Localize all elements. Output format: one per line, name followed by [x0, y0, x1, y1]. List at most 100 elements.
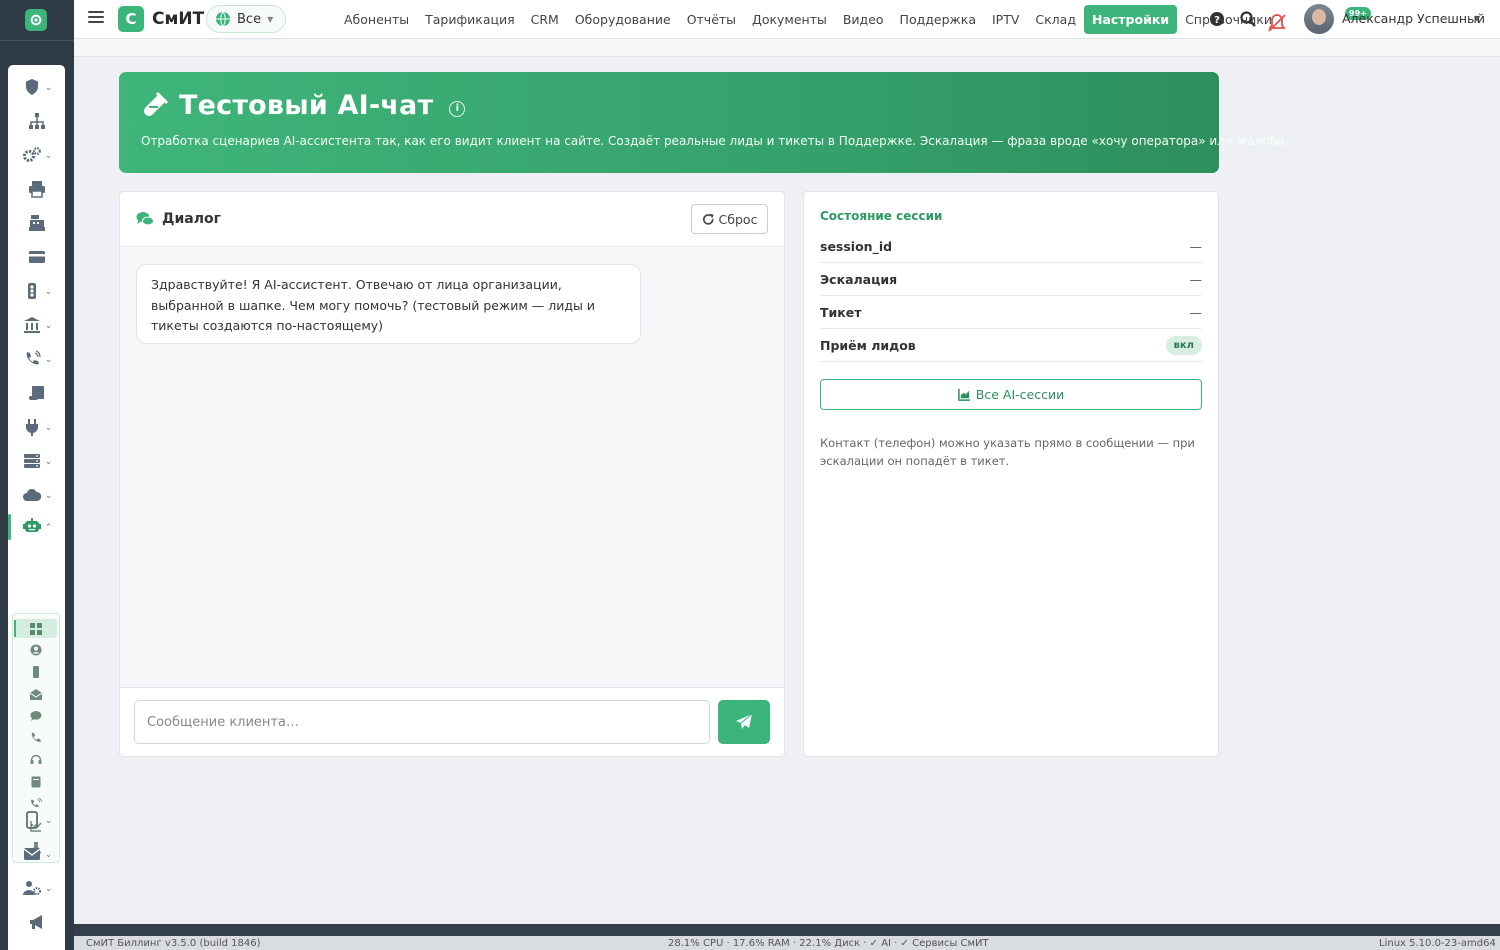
session-card: Состояние сессии session_id — Эскалация … — [803, 191, 1219, 757]
all-sessions-button[interactable]: Все AI-сессии — [820, 379, 1202, 410]
info-icon[interactable]: i — [449, 100, 466, 117]
page-subtitle: Отработка сценариев AI-ассистента так, к… — [141, 134, 1289, 148]
shield-icon[interactable]: ⌄ — [8, 72, 65, 102]
menu-item-directories[interactable]: Справочники — [1177, 5, 1280, 34]
session-row-value: — — [1189, 304, 1203, 320]
menu-item-tariffs[interactable]: Тарификация — [417, 5, 523, 34]
sidebar-divider — [0, 40, 74, 41]
paper-plane-icon — [736, 713, 753, 729]
phone-icon[interactable] — [15, 728, 57, 747]
app-logo-icon[interactable] — [25, 9, 47, 31]
mobile-icon[interactable]: ⌄ — [8, 805, 65, 835]
mobile-icon[interactable] — [15, 662, 57, 681]
plug-icon[interactable]: ⌄ — [8, 412, 65, 442]
printer-icon[interactable] — [8, 174, 65, 204]
robot-icon[interactable]: ⌃ — [8, 512, 65, 542]
server-icon[interactable]: ⌄ — [8, 446, 65, 476]
gears-icon[interactable]: ⌄ — [8, 140, 65, 170]
session-row-id: session_id — — [820, 230, 1202, 263]
help-icon[interactable]: ? — [1208, 10, 1226, 28]
session-row-ticket: Тикет — — [820, 296, 1202, 329]
chevron-down-icon[interactable]: ▼ — [1474, 14, 1480, 23]
menu-item-warehouse[interactable]: Склад — [1027, 5, 1084, 34]
menu-item-equipment[interactable]: Оборудование — [567, 5, 679, 34]
bell-slash-icon[interactable] — [1266, 12, 1288, 34]
user-name[interactable]: Александр Успешный — [1342, 11, 1485, 26]
session-row-key: Тикет — [820, 304, 862, 320]
footer: СмИТ Биллинг v3.5.0 (build 1846) 28.1% C… — [74, 924, 1500, 950]
envelope-open-icon[interactable] — [15, 684, 57, 703]
chat-messages: Здравствуйте! Я AI-ассистент. Отвечаю от… — [120, 247, 784, 688]
session-note: Контакт (телефон) можно указать прямо в … — [820, 436, 1195, 468]
footer-version: СмИТ Биллинг v3.5.0 (build 1846) — [86, 938, 261, 949]
status-badge: вкл — [1165, 335, 1202, 355]
book-icon[interactable] — [15, 772, 57, 791]
footer-stats: 28.1% CPU · 17.6% RAM · 22.1% Диск · ✓ A… — [668, 938, 989, 949]
brand[interactable]: С СмИТ — [118, 6, 204, 32]
session-row-leads: Приём лидов вкл — [820, 329, 1202, 362]
menu-item-settings[interactable]: Настройки — [1083, 5, 1178, 34]
sidebar-nav: ⌄ ⌄ ⌄ ⌄ ⌄ ⌄ ⌄ ⌄ ⌃ ⌄ ⌄ ⌄ — [8, 65, 65, 950]
headset-icon[interactable] — [15, 750, 57, 769]
menu-item-documents[interactable]: Документы — [744, 5, 835, 34]
redo-icon — [702, 212, 714, 225]
content-top-strip — [74, 39, 1500, 57]
session-row-key: session_id — [820, 238, 893, 254]
cloud-icon[interactable]: ⌄ — [8, 480, 65, 510]
traffic-light-icon[interactable]: ⌄ — [8, 276, 65, 306]
envelope-icon[interactable]: ⌄ — [8, 839, 65, 869]
menu-item-support[interactable]: Поддержка — [892, 5, 984, 34]
topbar: С СмИТ Все ▼ Абоненты Тарификация CRM Об… — [74, 0, 1500, 39]
brand-logo: С — [118, 6, 144, 32]
reset-button[interactable]: Сброс — [691, 204, 768, 234]
assistant-message: Здравствуйте! Я AI-ассистент. Отвечаю от… — [136, 264, 641, 344]
session-title: Состояние сессии — [820, 209, 943, 223]
avatar[interactable] — [1304, 4, 1334, 34]
chat-composer — [120, 688, 784, 756]
session-row-value: — — [1189, 271, 1203, 287]
sidebar: ⌄ ⌄ ⌄ ⌄ ⌄ ⌄ ⌄ ⌄ ⌃ ⌄ ⌄ ⌄ — [0, 0, 74, 950]
page-header: Тестовый AI-чат i Отработка сценариев AI… — [119, 72, 1288, 173]
session-row-key: Эскалация — [820, 271, 898, 287]
page-title: Тестовый AI-чат — [179, 90, 434, 121]
comments-icon — [136, 212, 154, 226]
vial-icon — [144, 91, 169, 116]
phone-volume-icon[interactable]: ⌄ — [8, 344, 65, 374]
session-row-escalation: Эскалация — — [820, 263, 1202, 296]
menu-item-subscribers[interactable]: Абоненты — [336, 5, 417, 34]
session-row-value: — — [1189, 238, 1203, 254]
org-select[interactable]: Все ▼ — [206, 5, 286, 33]
menu-item-video[interactable]: Видео — [835, 5, 892, 34]
message-input[interactable] — [134, 700, 710, 744]
chart-area-icon — [957, 388, 970, 401]
globe-icon — [216, 11, 230, 27]
footer-os: Linux 5.10.0-23-amd64 — [1379, 938, 1496, 949]
sitemap-icon[interactable] — [8, 106, 65, 136]
cash-register-icon[interactable] — [8, 208, 65, 238]
menu-item-crm[interactable]: CRM — [523, 5, 567, 34]
chat-card: Диалог Сброс Здравствуйте! Я AI-ассистен… — [119, 191, 785, 757]
users-cog-icon[interactable]: ⌄ — [8, 873, 65, 903]
bullhorn-icon[interactable] — [8, 907, 65, 937]
session-row-key: Приём лидов — [820, 337, 916, 353]
menu-item-reports[interactable]: Отчёты — [679, 5, 744, 34]
org-select-value: Все — [237, 11, 262, 27]
svg-text:?: ? — [1214, 15, 1220, 26]
scroll-icon[interactable] — [8, 378, 65, 408]
send-button[interactable] — [718, 700, 770, 744]
bank-icon[interactable]: ⌄ — [8, 310, 65, 340]
chat-title: Диалог — [162, 211, 221, 227]
dashboard-icon[interactable] — [14, 619, 57, 638]
comment-icon[interactable] — [15, 706, 57, 725]
credit-card-icon[interactable] — [8, 242, 65, 272]
menu-toggle-icon[interactable] — [88, 11, 104, 27]
user-circle-icon[interactable] — [15, 640, 57, 659]
chevron-down-icon: ▼ — [267, 14, 274, 24]
all-sessions-label: Все AI-сессии — [975, 387, 1065, 402]
reset-label: Сброс — [718, 211, 758, 227]
menu-item-iptv[interactable]: IPTV — [984, 5, 1027, 34]
chat-header: Диалог Сброс — [120, 192, 784, 247]
brand-name: СмИТ — [152, 9, 205, 29]
search-icon[interactable] — [1239, 10, 1257, 28]
main-menu: Абоненты Тарификация CRM Оборудование От… — [336, 5, 1280, 34]
